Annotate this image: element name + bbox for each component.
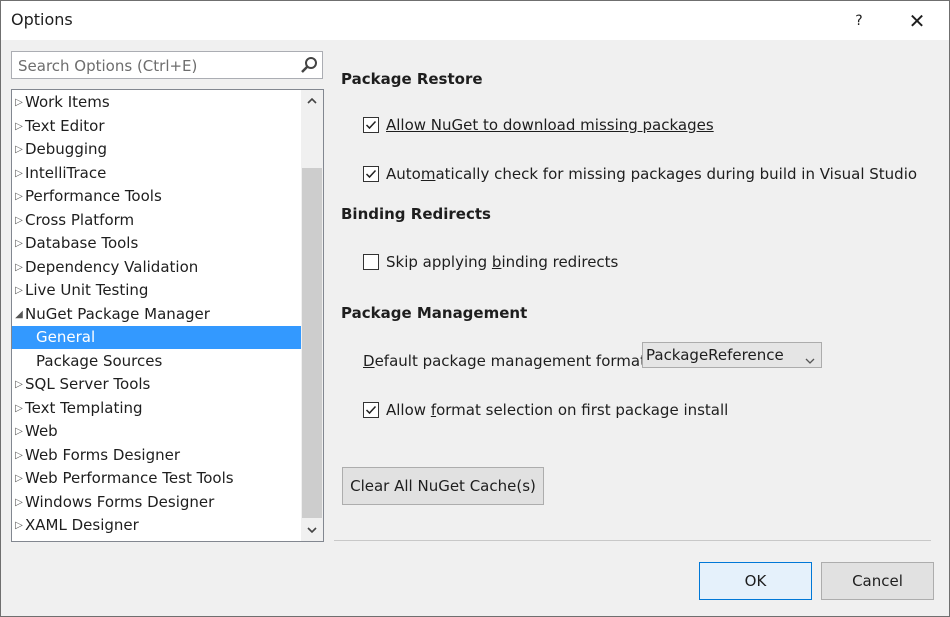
auto-check-label: Automatically check for missing packages… <box>386 165 918 183</box>
tree-item-label: Web Forms Designer <box>25 445 181 464</box>
scroll-down-icon[interactable] <box>301 519 323 541</box>
collapsed-arrow-icon[interactable]: ▷ <box>14 115 24 138</box>
tree-item[interactable]: ▷ Dependency Validation <box>12 256 301 279</box>
search-icon[interactable] <box>299 56 319 76</box>
tree-item[interactable]: ▷ Performance Tools <box>12 185 301 208</box>
skip-binding-checkbox-row[interactable]: Skip applying binding redirects <box>363 252 618 272</box>
allow-format-checkbox-row[interactable]: Allow format selection on first package … <box>363 400 728 420</box>
allow-format-checkbox[interactable] <box>363 402 379 418</box>
title-bar: Options ? ✕ <box>1 1 949 40</box>
tree-item-label: General <box>36 328 96 346</box>
ok-button[interactable]: OK <box>699 562 812 600</box>
options-dialog: Options ? ✕ Search Options (Ctrl+E) ▷ XAM… <box>0 0 950 617</box>
allow-download-checkbox[interactable] <box>363 117 379 133</box>
scroll-thumb[interactable] <box>302 168 322 518</box>
clear-cache-button[interactable]: Clear All NuGet Cache(s) <box>342 467 544 505</box>
collapsed-arrow-icon[interactable]: ▷ <box>14 162 24 185</box>
collapsed-arrow-icon[interactable]: ▷ <box>14 373 24 396</box>
tree-item[interactable]: ▷ Windows Forms Designer <box>12 491 301 514</box>
package-restore-heading: Package Restore <box>341 70 483 88</box>
tree-item-label: Performance Tools <box>25 187 162 205</box>
tree-item-label: Web Performance Test Tools <box>25 469 234 487</box>
tree-item-label: Text Editor <box>25 116 105 135</box>
tree-item[interactable]: ▷ Debugging <box>12 138 301 161</box>
collapsed-arrow-icon[interactable]: ▷ <box>14 444 24 467</box>
allow-download-label: Allow NuGet to download missing packages <box>386 116 714 134</box>
tree-item-label: Live Unit Testing <box>25 281 149 299</box>
format-dropdown[interactable]: PackageReference <box>642 342 822 368</box>
tree-item[interactable]: ▷ XAML Designer <box>12 514 301 537</box>
collapsed-arrow-icon[interactable]: ▷ <box>14 279 24 302</box>
skip-binding-checkbox[interactable] <box>363 254 379 270</box>
auto-check-checkbox-row[interactable]: Automatically check for missing packages… <box>363 164 917 184</box>
tree-item[interactable]: ▷ Text Templating <box>12 397 301 420</box>
tree-item[interactable]: Package Sources <box>12 350 301 373</box>
collapsed-arrow-icon[interactable]: ▷ <box>14 467 24 490</box>
tree-item[interactable]: ▷ SQL Server Tools <box>12 373 301 396</box>
tree-item[interactable]: ▷ Live Unit Testing <box>12 279 301 302</box>
tree-item-label: Web <box>25 422 58 440</box>
tree-item[interactable]: ◢ NuGet Package Manager <box>12 303 301 326</box>
binding-redirects-heading: Binding Redirects <box>341 205 491 223</box>
tree-item-label: Windows Forms Designer <box>25 492 215 511</box>
search-placeholder: Search Options (Ctrl+E) <box>18 57 198 75</box>
dialog-title: Options <box>11 10 73 29</box>
skip-binding-label: Skip applying binding redirects <box>386 253 619 271</box>
tree-item[interactable]: General <box>12 326 301 349</box>
format-dropdown-value: PackageReference <box>646 346 784 364</box>
collapsed-arrow-icon[interactable]: ▷ <box>14 256 24 279</box>
collapsed-arrow-icon[interactable]: ▷ <box>14 185 24 208</box>
tree-item[interactable]: ▷ Work Items <box>12 91 301 114</box>
collapsed-arrow-icon[interactable]: ▷ <box>14 138 24 161</box>
tree-item[interactable]: ▷ Web Forms Designer <box>12 444 301 467</box>
divider <box>334 540 931 541</box>
chevron-down-icon <box>805 350 815 368</box>
collapsed-arrow-icon[interactable]: ▷ <box>14 209 24 232</box>
expanded-arrow-icon[interactable]: ◢ <box>14 303 24 326</box>
tree-item[interactable]: ▷ IntelliTrace <box>12 162 301 185</box>
collapsed-arrow-icon[interactable]: ▷ <box>14 420 24 443</box>
tree-scrollbar[interactable] <box>301 90 323 541</box>
tree-item-label: SQL Server Tools <box>25 375 151 393</box>
search-input[interactable]: Search Options (Ctrl+E) <box>11 51 323 79</box>
collapsed-arrow-icon[interactable]: ▷ <box>14 491 24 514</box>
tree-item-label: Cross Platform <box>25 210 135 229</box>
scroll-up-icon[interactable] <box>301 90 323 112</box>
allow-download-checkbox-row[interactable]: Allow NuGet to download missing packages <box>363 115 714 135</box>
tree-item[interactable]: ▷ Web <box>12 420 301 443</box>
cancel-button[interactable]: Cancel <box>821 562 934 600</box>
tree-item-label: Package Sources <box>36 351 163 370</box>
tree-item[interactable]: ▷ Text Editor <box>12 115 301 138</box>
allow-format-label: Allow format selection on first package … <box>386 401 729 419</box>
tree-item-label: IntelliTrace <box>25 163 107 182</box>
tree-item-label: Work Items <box>25 93 110 111</box>
tree-item-label: Dependency Validation <box>25 257 199 276</box>
tree-item-label: XAML Designer <box>25 516 139 534</box>
help-button[interactable]: ? <box>836 1 882 40</box>
tree-item-label: NuGet Package Manager <box>25 304 210 323</box>
close-button[interactable]: ✕ <box>894 1 940 40</box>
tree-item-label: Debugging <box>25 140 108 158</box>
tree-item[interactable]: ▷ Cross Platform <box>12 209 301 232</box>
collapsed-arrow-icon[interactable]: ▷ <box>14 397 24 420</box>
tree-item[interactable]: ▷ Web Performance Test Tools <box>12 467 301 490</box>
collapsed-arrow-icon[interactable]: ▷ <box>14 232 24 255</box>
auto-check-checkbox[interactable] <box>363 166 379 182</box>
options-tree: ▷ XAML Designer ▷ Windows Forms Designer ▷ We… <box>11 89 324 542</box>
tree-item[interactable]: ▷ Database Tools <box>12 232 301 255</box>
format-label: Default package management format: <box>363 352 652 370</box>
tree-item-label: Text Templating <box>25 398 143 417</box>
collapsed-arrow-icon[interactable]: ▷ <box>14 91 24 114</box>
tree-item-label: Database Tools <box>25 234 139 252</box>
package-management-heading: Package Management <box>341 304 528 322</box>
collapsed-arrow-icon[interactable]: ▷ <box>14 514 24 537</box>
